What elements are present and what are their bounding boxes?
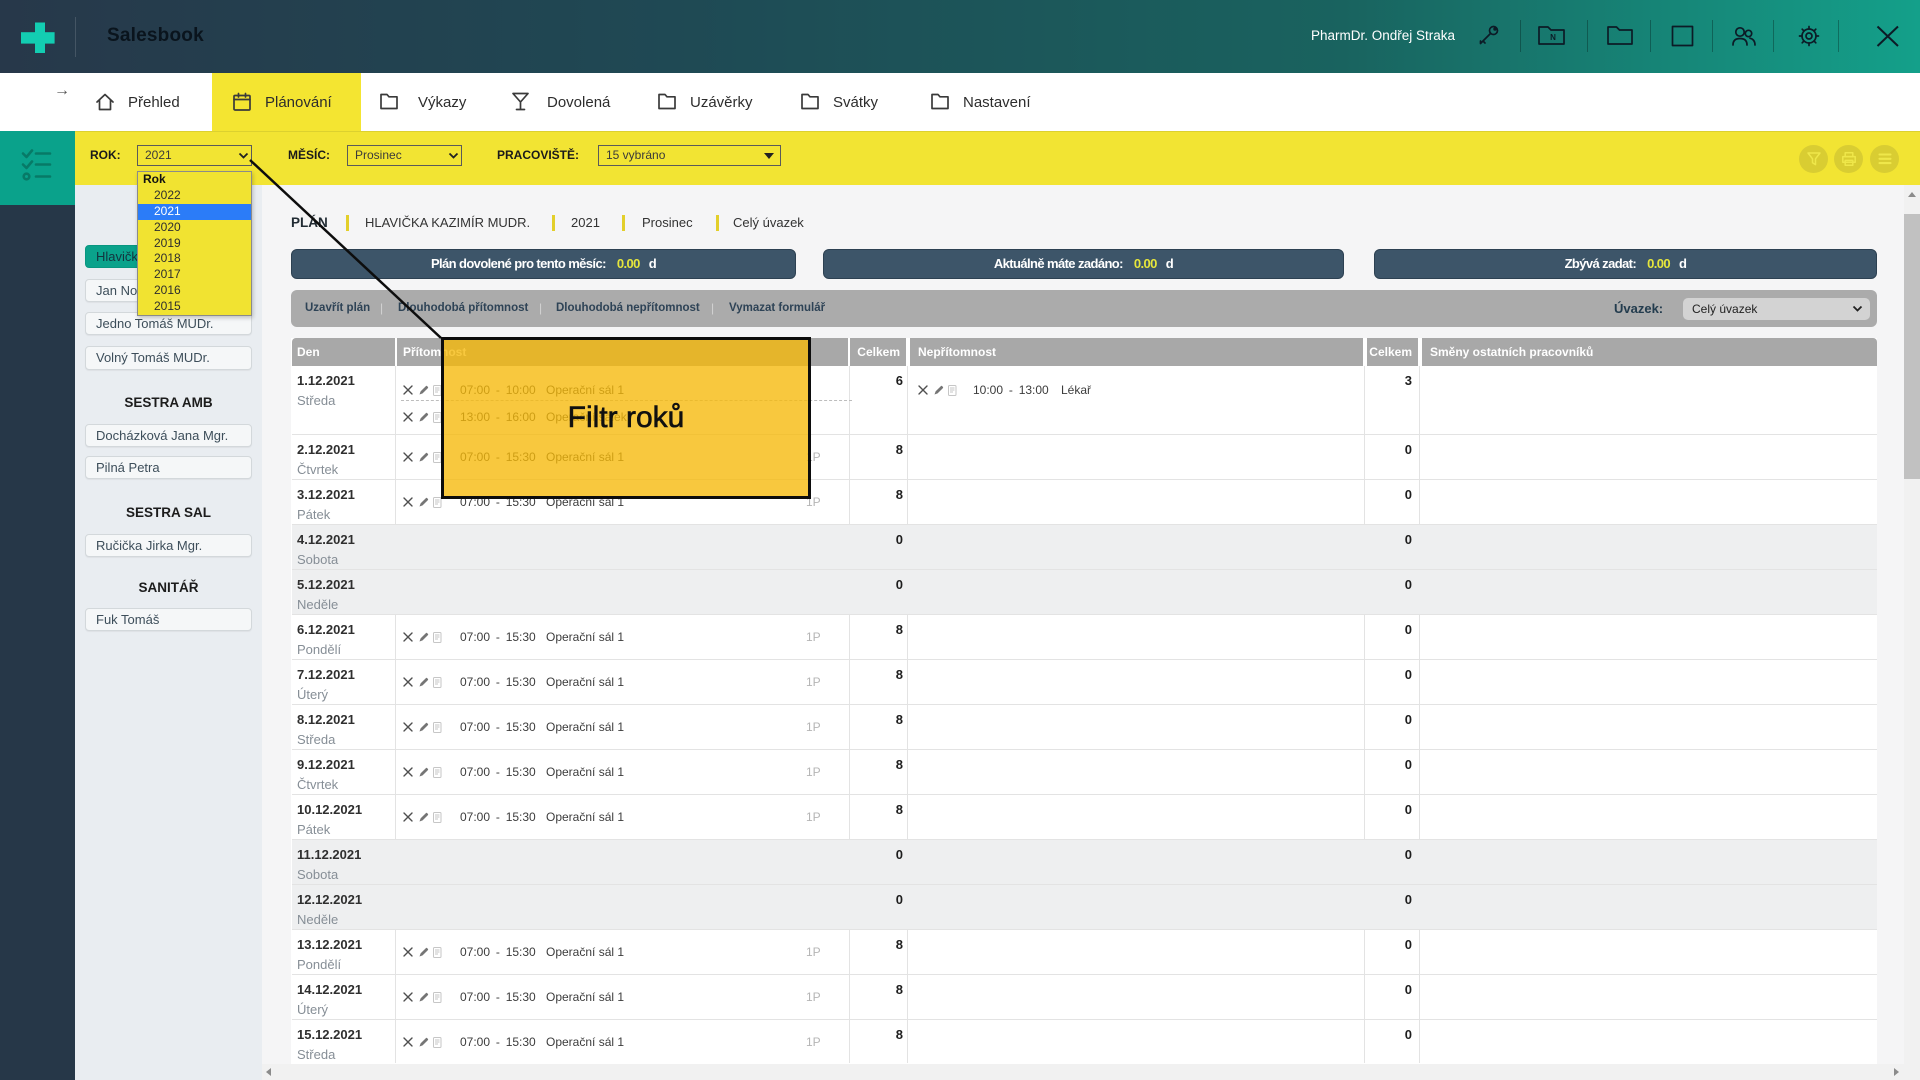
svg-text:N: N [1550,33,1556,42]
